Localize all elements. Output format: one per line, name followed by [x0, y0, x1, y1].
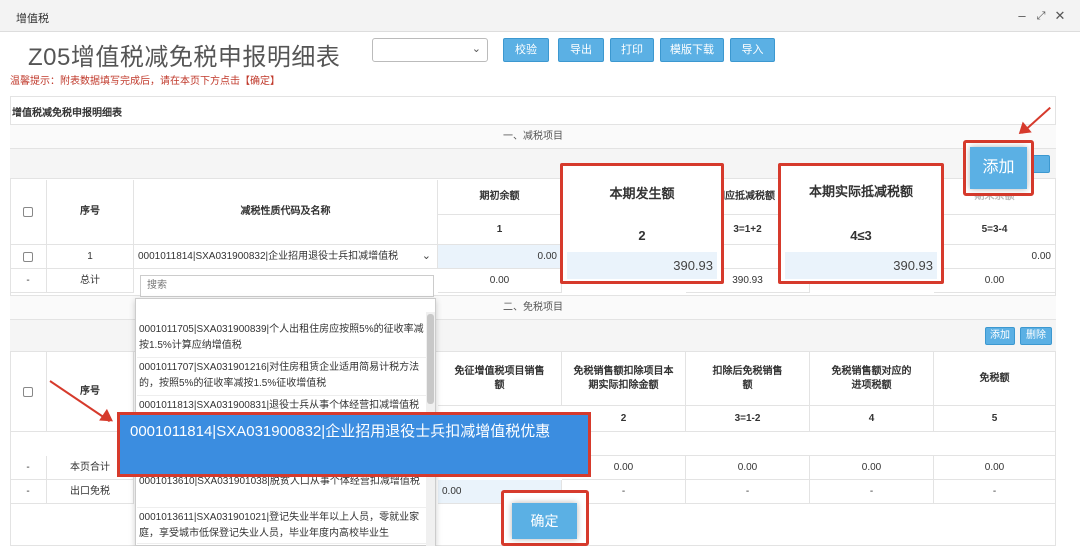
current-amount-callout: 本期发生额 2 390.93	[560, 163, 724, 284]
exempt-header-amount: 免税额	[934, 352, 1056, 406]
dropdown-option[interactable]: 0001011707|SXA031901216|对住房租赁企业适用简易计税方法的…	[137, 360, 427, 396]
add-callout: 添加	[963, 140, 1034, 196]
panel-title: 增值税减免税申报明细表	[12, 108, 122, 119]
code-current: 2	[638, 227, 646, 243]
export-dash: -	[10, 480, 47, 504]
window-title: 增值税	[16, 13, 49, 25]
import-button[interactable]: 导入	[730, 38, 775, 62]
dropdown-option[interactable]: 0001013611|SXA031901021|登记失业半年以上人员，零就业家庭…	[137, 510, 427, 544]
period-select[interactable]: ⌄	[372, 38, 488, 62]
reduction-section-title: 一、减税项目	[10, 124, 1056, 149]
hint-action: 【确定】	[240, 76, 280, 87]
dropdown-option[interactable]: 0001013610|SXA031901038|脱贫人口从事个体经营扣减增值税	[137, 474, 427, 508]
exempt-header-sales: 免征增值税项目销售额	[438, 352, 562, 406]
reduction-header-seq: 序号	[47, 180, 134, 245]
reduction-row-closing: 0.00	[934, 245, 1056, 269]
export-label: 出口免税	[47, 480, 134, 504]
exempt-code-5: 5	[934, 406, 1056, 432]
exempt-delete-button[interactable]: 删除	[1020, 327, 1052, 345]
current-amount-input[interactable]: 390.93	[567, 252, 717, 279]
window-titlebar: 增值税 – ⤢ ✕	[0, 0, 1080, 32]
chevron-down-icon: ⌄	[471, 43, 481, 55]
close-icon[interactable]: ✕	[1053, 9, 1067, 23]
page-total-v3: 0.00	[686, 456, 810, 480]
header-current: 本期发生额	[609, 185, 675, 201]
hint-text: 温馨提示：附表数据填写完成后，请在本页下方点击【确定】	[10, 72, 280, 87]
reduction-row-seq: 1	[47, 245, 134, 269]
hint-message: 温馨提示：附表数据填写完成后，请在本页下方点击	[10, 76, 240, 87]
header-actual: 本期实际抵减税额	[808, 184, 913, 199]
export-v4: -	[810, 480, 934, 504]
print-button[interactable]: 打印	[610, 38, 654, 62]
exempt-header-after: 扣除后免税销售额	[686, 352, 810, 406]
confirm-button[interactable]: 确定	[512, 503, 577, 539]
code-actual: 4≤3	[850, 227, 872, 243]
reduction-code-select[interactable]: 0001011814|SXA031900832|企业招用退役士兵扣减增值税 ⌄	[134, 245, 438, 269]
minimize-icon[interactable]: –	[1015, 9, 1029, 23]
reduction-select-all[interactable]	[10, 180, 47, 245]
exempt-select-all[interactable]	[10, 352, 47, 432]
reduction-add-button[interactable]: 添加	[970, 147, 1027, 189]
exempt-header-input: 免税销售额对应的进项税额	[810, 352, 934, 406]
reduction-code-value: 0001011814|SXA031900832|企业招用退役士兵扣减增值税	[138, 250, 399, 262]
export-button[interactable]: 导出	[558, 38, 604, 62]
maximize-icon[interactable]: ⤢	[1034, 9, 1048, 23]
total-label: 总计	[47, 269, 134, 293]
confirm-callout: 确定	[501, 490, 589, 546]
scrollbar-thumb[interactable]	[427, 314, 434, 404]
dropdown-search-input[interactable]: 搜索	[140, 275, 434, 297]
exempt-header-deduction: 免税销售额扣除项目本期实际扣除金额	[562, 352, 686, 406]
page-total-dash: -	[10, 456, 47, 480]
reduction-code-1: 1	[438, 215, 562, 245]
total-dash: -	[10, 269, 47, 293]
reduction-code-5: 5=3-4	[934, 215, 1056, 245]
row-checkbox-cell[interactable]	[10, 245, 47, 269]
template-download-button[interactable]: 模版下载	[660, 38, 724, 62]
exempt-add-button[interactable]: 添加	[985, 327, 1015, 345]
exempt-code-3: 3=1-2	[686, 406, 810, 432]
reduction-header-opening: 期初余额	[438, 180, 562, 215]
actual-amount-callout: 本期实际抵减税额 4≤3 390.93	[778, 163, 944, 284]
checkbox[interactable]	[23, 386, 33, 397]
reduction-row-opening[interactable]: 0.00	[438, 245, 562, 269]
page-total-v4: 0.00	[810, 456, 934, 480]
checkbox[interactable]	[23, 251, 33, 262]
overlay-title: Z05增值税减免税申报明细表	[28, 44, 341, 71]
reduction-header-code: 减税性质代码及名称	[134, 180, 438, 245]
selected-option-callout[interactable]: 0001011814|SXA031900832|企业招用退役士兵扣减增值税优惠	[117, 412, 591, 477]
total-closing: 0.00	[934, 269, 1056, 293]
checkbox[interactable]	[23, 207, 33, 217]
chevron-down-icon: ⌄	[421, 250, 431, 262]
dropdown-option[interactable]: 0001011705|SXA031900839|个人出租住房应按照5%的征收率减…	[137, 322, 427, 358]
actual-amount-input[interactable]: 390.93	[785, 252, 937, 279]
export-v3: -	[686, 480, 810, 504]
export-v5: -	[934, 480, 1056, 504]
exempt-code-4: 4	[810, 406, 934, 432]
page-total-v5: 0.00	[934, 456, 1056, 480]
total-opening: 0.00	[438, 269, 562, 293]
validate-button[interactable]: 校验	[503, 38, 549, 62]
